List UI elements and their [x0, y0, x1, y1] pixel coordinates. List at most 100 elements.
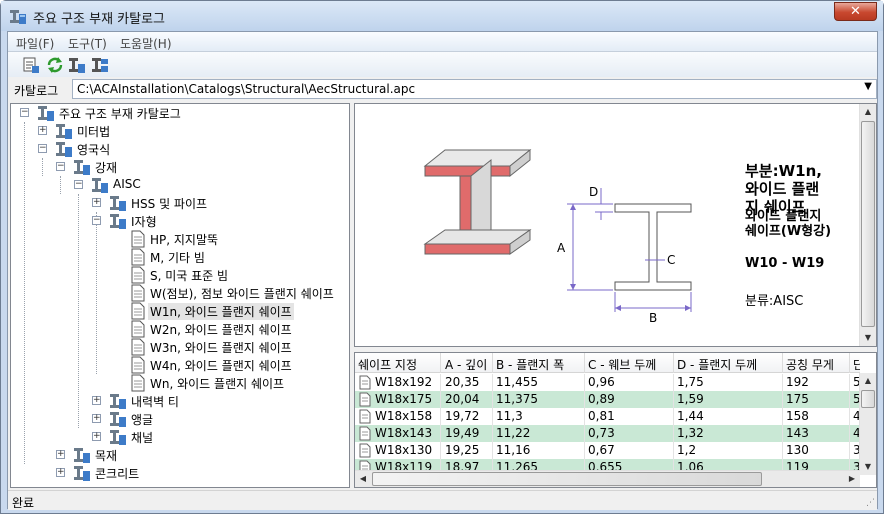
scroll-thumb[interactable] [861, 390, 875, 408]
expand-icon[interactable]: + [56, 450, 65, 459]
refresh-icon[interactable] [46, 56, 64, 74]
catalog-app-icon [10, 10, 26, 24]
table-cell: W18x175 [375, 392, 433, 406]
column-separator [492, 374, 493, 391]
table-row[interactable]: W18x192 20,35 11,455 0,96 1,75 192 5 [355, 374, 860, 391]
column-separator [584, 425, 585, 442]
column-separator [584, 374, 585, 391]
member-shape-icon[interactable] [91, 56, 109, 74]
i-beam-3d-illustration [423, 148, 532, 255]
expand-icon[interactable]: + [92, 396, 101, 405]
member-folder-icon [74, 448, 90, 463]
menu-tools[interactable]: 도구(T) [68, 35, 107, 52]
close-button[interactable]: ✕ [834, 2, 877, 21]
menu-help[interactable]: 도움말(H) [120, 35, 172, 52]
table-cell: 11,22 [496, 426, 531, 440]
document-icon [131, 266, 145, 284]
expand-icon[interactable]: + [38, 126, 47, 135]
table-row[interactable]: W18x143 19,49 11,22 0,73 1,32 143 4 [355, 425, 860, 442]
collapse-icon[interactable]: − [56, 162, 65, 171]
table-row[interactable]: W18x175 20,04 11,375 0,89 1,59 175 5 [355, 391, 860, 408]
catalog-icon[interactable] [22, 56, 40, 74]
section-dimension-diagram: A D C B [557, 185, 692, 324]
table-cell: 0,81 [588, 409, 615, 423]
expand-icon[interactable]: + [92, 432, 101, 441]
column-header[interactable]: B - 플랜지 폭 [496, 356, 584, 373]
column-separator [849, 408, 850, 425]
member-folder-icon [110, 412, 126, 427]
table-cell: 0,89 [588, 392, 615, 406]
catalog-path-combo[interactable]: C:\ACAInstallation\Catalogs\Structural\A… [72, 79, 877, 99]
toolbar [8, 52, 877, 77]
table-cell: 11,455 [496, 375, 538, 389]
table-cell: 1,44 [677, 409, 704, 423]
member-folder-icon [74, 160, 90, 175]
scroll-up-icon[interactable]: ▲ [860, 104, 876, 120]
column-header[interactable]: C - 웨브 두께 [588, 356, 673, 373]
column-header[interactable]: 단 [853, 356, 860, 373]
title-bar[interactable]: 주요 구조 부재 카탈로그 ✕ [1, 1, 883, 31]
member-folder-icon [92, 178, 108, 193]
column-separator [440, 391, 441, 408]
column-separator [673, 408, 674, 425]
document-icon [131, 374, 145, 392]
collapse-icon[interactable]: − [74, 180, 83, 189]
table-cell: 0,96 [588, 375, 615, 389]
expand-icon[interactable]: + [56, 468, 65, 477]
column-separator [440, 408, 441, 425]
resize-grip-icon[interactable]: ⋰ [866, 498, 875, 508]
tree-leaf-label: W1n, 와이드 플랜지 쉐이프 [148, 303, 294, 320]
column-separator [782, 391, 783, 408]
column-separator [492, 442, 493, 459]
shape-classification: 분류:AISC [745, 294, 804, 309]
catalog-window: 주요 구조 부재 카탈로그 ✕ 파일(F) 도구(T) 도움말(H) 카탈로그 … [0, 0, 884, 514]
collapse-icon[interactable]: − [92, 216, 101, 225]
column-header[interactable]: A - 깊이 [445, 356, 495, 373]
table-row[interactable]: W18x158 19,72 11,3 0,81 1,44 158 4 [355, 408, 860, 425]
scroll-thumb[interactable] [861, 121, 875, 327]
column-header[interactable]: 공칭 무게 [786, 356, 846, 373]
document-icon [131, 248, 145, 266]
expand-icon[interactable]: + [92, 414, 101, 423]
table-hscrollbar[interactable]: ◀ ▶ [355, 470, 860, 487]
tree-label-steel: 강재 [95, 161, 118, 175]
status-text: 완료 [12, 496, 35, 510]
scroll-thumb[interactable] [372, 472, 762, 486]
tree-leaf-label: M, 기타 빔 [150, 251, 205, 265]
collapse-icon[interactable]: − [20, 108, 29, 117]
table-cell: 11,375 [496, 392, 538, 406]
scroll-down-icon[interactable]: ▼ [860, 330, 876, 346]
member-folder-icon [110, 214, 126, 229]
table-cell: W18x158 [375, 409, 433, 423]
collapse-icon[interactable]: − [38, 144, 47, 153]
tree-leaf-label: HP, 지지말뚝 [150, 233, 219, 247]
shape-title: 부분:W1n, 와이드 플랜 지 쉐이프 [745, 162, 822, 216]
tree-leaf-label: S, 미국 표준 빔 [150, 269, 229, 283]
preview-scrollbar[interactable]: ▲ ▼ [859, 104, 876, 346]
column-separator [849, 374, 850, 391]
expand-icon[interactable]: + [92, 198, 101, 207]
shape-subtitle-line: 와이드 플랜지 [745, 209, 822, 224]
scroll-up-icon[interactable]: ▲ [860, 373, 876, 389]
shape-title-line: 부분:W1n, [745, 162, 822, 180]
member-folder-icon [56, 142, 72, 157]
scroll-left-icon[interactable]: ◀ [355, 471, 371, 487]
tree-line [60, 176, 61, 194]
table-cell: 1,2 [677, 443, 697, 457]
member-icon[interactable] [68, 56, 86, 74]
document-icon [359, 426, 371, 441]
column-header[interactable]: D - 플랜지 두께 [677, 356, 782, 373]
scroll-down-icon[interactable]: ▼ [860, 459, 876, 475]
member-folder-icon [110, 430, 126, 445]
column-separator [492, 425, 493, 442]
table-vscrollbar[interactable]: ▲ ▼ [859, 373, 876, 475]
scroll-right-icon[interactable]: ▶ [844, 471, 860, 487]
column-header[interactable]: 쉐이프 지정 [358, 356, 438, 373]
table-cell: 0,73 [588, 426, 615, 440]
chevron-down-icon[interactable]: ▼ [864, 81, 872, 92]
table-cell: 1,59 [677, 392, 704, 406]
member-folder-icon [74, 466, 90, 481]
table-row[interactable]: W18x130 19,25 11,16 0,67 1,2 130 3 [355, 442, 860, 459]
document-icon [131, 230, 145, 248]
menu-file[interactable]: 파일(F) [16, 35, 54, 52]
